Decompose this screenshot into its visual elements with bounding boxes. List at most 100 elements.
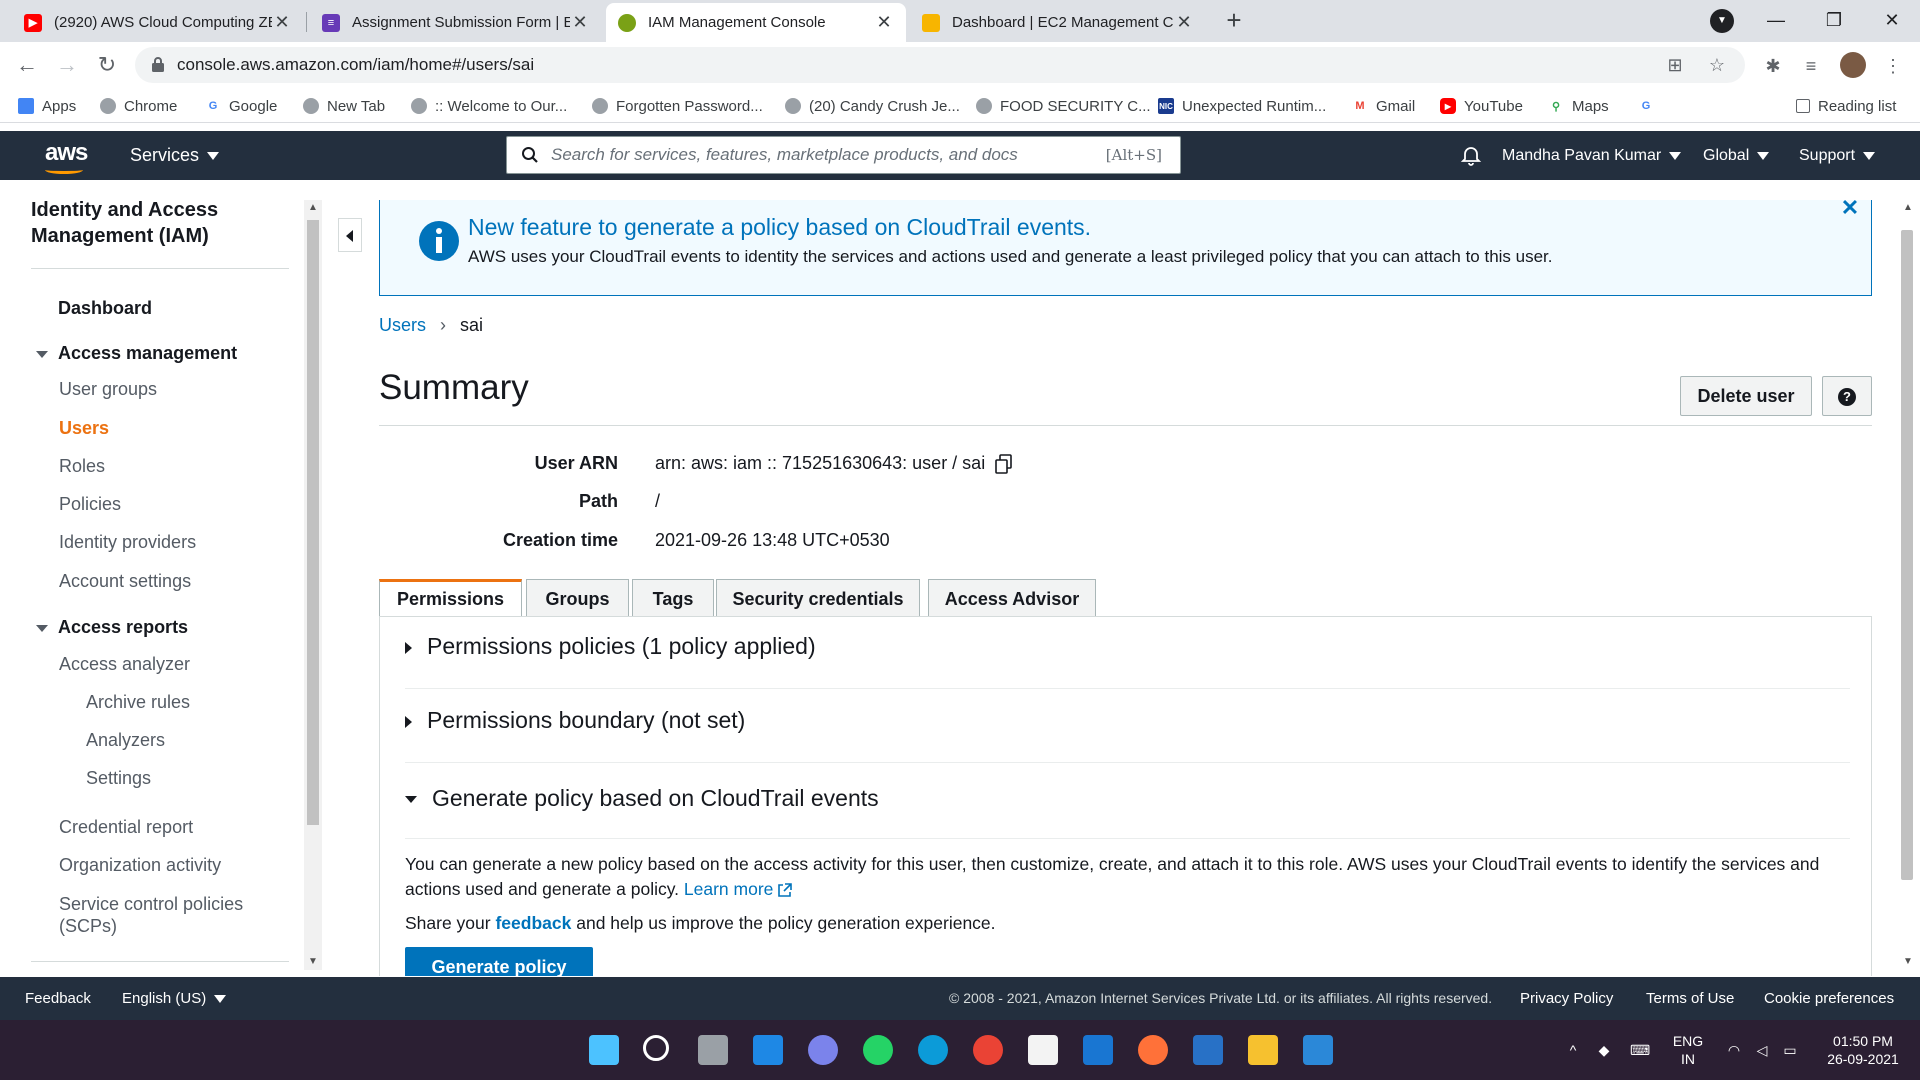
browser-tab-iam[interactable]: IAM Management Console ✕ (606, 3, 906, 42)
bookmark-food[interactable]: FOOD SECURITY C... (976, 89, 1151, 123)
bookmark-youtube[interactable]: ▶ YouTube (1440, 89, 1523, 123)
back-icon[interactable]: ← (10, 48, 44, 82)
menu-icon[interactable]: ⋮ (1880, 53, 1906, 79)
restore-button[interactable]: ❐ (1806, 0, 1862, 42)
clock[interactable]: 01:50 PM 26-09-2021 (1818, 1032, 1908, 1068)
scroll-up-icon[interactable]: ▲ (1899, 200, 1917, 216)
region-menu[interactable]: Global (1703, 131, 1770, 180)
address-bar[interactable]: console.aws.amazon.com/iam/home#/users/s… (135, 47, 1745, 83)
browser-tab-form[interactable]: ≡ Assignment Submission Form | E ✕ (310, 3, 602, 42)
vs-code-icon[interactable] (1083, 1035, 1113, 1065)
new-tab-button[interactable]: + (1218, 5, 1250, 37)
sidebar-section-access-reports[interactable]: Access reports (36, 617, 188, 638)
external-link-icon[interactable] (777, 883, 793, 898)
permissions-boundary-section[interactable]: Permissions boundary (not set) (405, 707, 1850, 763)
browser-tab-ec2[interactable]: Dashboard | EC2 Management C ✕ (910, 3, 1206, 42)
permissions-policies-section[interactable]: Permissions policies (1 policy applied) (405, 633, 1850, 689)
scroll-down-icon[interactable]: ▼ (304, 954, 322, 970)
translate-icon[interactable]: ⊞ (1665, 55, 1685, 75)
collapse-sidebar-button[interactable] (338, 218, 362, 252)
task-view-icon[interactable] (698, 1035, 728, 1065)
bookmark-gmail[interactable]: M Gmail (1352, 89, 1415, 123)
generate-policy-section[interactable]: Generate policy based on CloudTrail even… (405, 785, 1850, 839)
tab-groups[interactable]: Groups (526, 579, 629, 617)
sidebar-item-dashboard[interactable]: Dashboard (58, 298, 152, 319)
tab-tags[interactable]: Tags (632, 579, 714, 617)
edge-icon[interactable] (918, 1035, 948, 1065)
bookmark-google[interactable]: G Google (205, 89, 278, 123)
widgets-icon[interactable] (753, 1035, 783, 1065)
bookmark-apps[interactable]: Apps (18, 89, 76, 123)
sidebar-item-user-groups[interactable]: User groups (59, 379, 157, 400)
bell-icon[interactable] (1460, 144, 1482, 166)
media-icon[interactable]: ≡ (1798, 53, 1824, 79)
services-menu[interactable]: Services (130, 131, 220, 180)
privacy-policy-link[interactable]: Privacy Policy (1520, 977, 1613, 1020)
bookmark-welcome[interactable]: :: Welcome to Our... (411, 89, 567, 123)
extensions-icon[interactable]: ✱ (1760, 53, 1786, 79)
bookmark-runtime[interactable]: NIC Unexpected Runtim... (1158, 89, 1326, 123)
dropbox-icon[interactable]: ◆ (1594, 1041, 1614, 1059)
chevron-up-icon[interactable]: ^ (1566, 1041, 1580, 1059)
wifi-icon[interactable]: ◠ (1724, 1041, 1744, 1059)
photos-icon[interactable] (1303, 1035, 1333, 1065)
profile-avatar[interactable] (1840, 52, 1866, 78)
generate-policy-button[interactable]: Generate policy (405, 947, 593, 976)
bookmark-newtab[interactable]: New Tab (303, 89, 385, 123)
tab-permissions[interactable]: Permissions (379, 579, 522, 618)
tab-access-advisor[interactable]: Access Advisor (928, 579, 1096, 617)
sidebar-item-users[interactable]: Users (59, 418, 109, 439)
sidebar-item-access-analyzer[interactable]: Access analyzer (59, 654, 190, 675)
scroll-down-icon[interactable]: ▼ (1899, 954, 1917, 970)
help-button[interactable]: ? (1822, 376, 1872, 416)
volume-icon[interactable]: ◁ (1752, 1041, 1772, 1059)
close-tab-icon[interactable]: ✕ (874, 12, 894, 33)
sidebar-item-roles[interactable]: Roles (59, 456, 105, 477)
chrome-icon[interactable] (973, 1035, 1003, 1065)
close-tab-icon[interactable]: ✕ (1174, 12, 1194, 33)
close-icon[interactable]: ✕ (1840, 197, 1860, 219)
powershell-icon[interactable] (1193, 1035, 1223, 1065)
sidebar-item-credential-report[interactable]: Credential report (59, 817, 193, 838)
bookmark-password[interactable]: Forgotten Password... (592, 89, 763, 123)
reload-icon[interactable]: ↻ (90, 48, 124, 82)
language-indicator[interactable]: ENG IN (1668, 1032, 1708, 1068)
minimize-button[interactable]: — (1748, 0, 1804, 42)
firefox-icon[interactable] (1138, 1035, 1168, 1065)
battery-icon[interactable]: ▭ (1780, 1041, 1800, 1059)
bookmark-star-icon[interactable]: ☆ (1707, 55, 1727, 75)
browser-tab-youtube[interactable]: ▶ (2920) AWS Cloud Computing ZE ✕ (12, 3, 304, 42)
bookmark-candy[interactable]: (20) Candy Crush Je... (785, 89, 960, 123)
tab-search-icon[interactable]: ▼ (1710, 9, 1734, 33)
close-tab-icon[interactable]: ✕ (570, 12, 590, 33)
language-selector[interactable]: English (US) (122, 977, 227, 1020)
forward-icon[interactable]: → (50, 48, 84, 82)
bookmark-maps[interactable]: ⚲ Maps (1548, 89, 1609, 123)
sidebar-item-analyzers[interactable]: Analyzers (86, 730, 165, 751)
sidebar-item-policies[interactable]: Policies (59, 494, 121, 515)
learn-more-link[interactable]: Learn more (684, 879, 774, 899)
reading-list[interactable]: Reading list (1796, 89, 1896, 123)
scrollbar-thumb[interactable] (1901, 230, 1913, 880)
account-menu[interactable]: Mandha Pavan Kumar (1502, 131, 1682, 180)
sidebar-item-archive-rules[interactable]: Archive rules (86, 692, 190, 713)
copy-icon[interactable] (995, 454, 1013, 475)
feedback-button[interactable]: Feedback (25, 977, 91, 1020)
scroll-up-icon[interactable]: ▲ (304, 200, 322, 216)
feedback-link[interactable]: feedback (495, 913, 571, 933)
sidebar-item-settings[interactable]: Settings (86, 768, 151, 789)
support-menu[interactable]: Support (1799, 131, 1876, 180)
breadcrumb-users[interactable]: Users (379, 315, 426, 335)
start-icon[interactable] (589, 1035, 619, 1065)
aws-logo[interactable]: aws (45, 139, 88, 167)
keyboard-icon[interactable]: ⌨ (1630, 1041, 1650, 1059)
close-window-button[interactable]: ✕ (1864, 0, 1920, 42)
scrollbar-thumb[interactable] (307, 220, 319, 825)
close-tab-icon[interactable]: ✕ (272, 12, 292, 33)
file-explorer-icon[interactable] (1248, 1035, 1278, 1065)
bookmark-google-2[interactable]: G (1638, 89, 1662, 123)
terms-link[interactable]: Terms of Use (1646, 977, 1734, 1020)
store-icon[interactable] (1028, 1035, 1058, 1065)
cookie-preferences-link[interactable]: Cookie preferences (1764, 977, 1894, 1020)
sidebar-section-access-management[interactable]: Access management (36, 343, 237, 364)
